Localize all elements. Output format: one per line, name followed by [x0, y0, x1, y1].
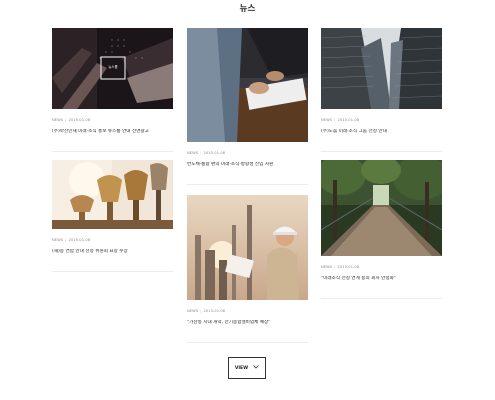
- news-thumbnail[interactable]: 뉴스룸: [52, 28, 173, 109]
- glass-buildings-image: [321, 28, 442, 109]
- news-date: 2015.01.08: [203, 151, 226, 155]
- news-card[interactable]: NEWS | 2015.01.08 (주)도움 미래·소식 그룹 선정 안내: [321, 28, 442, 153]
- news-meta: NEWS | 2015.01.08: [187, 151, 226, 155]
- news-thumbnail[interactable]: [187, 195, 308, 300]
- card-divider: [187, 342, 308, 344]
- news-thumbnail[interactable]: [187, 28, 308, 142]
- news-meta: NEWS | 2015.01.08: [52, 238, 91, 242]
- news-thumbnail[interactable]: [321, 28, 442, 109]
- trophies-image: [52, 160, 173, 229]
- card-divider: [52, 271, 173, 273]
- news-headline[interactable]: "미래소식 선정 연계 동의 회사 안정화": [321, 276, 442, 282]
- news-category: NEWS: [52, 118, 64, 122]
- news-card[interactable]: NEWS | 2015.01.08 반도체·통합 편의 미래·소식·방향성 신입 사…: [187, 28, 308, 186]
- news-meta: NEWS | 2015.01.08: [187, 309, 226, 313]
- news-headline[interactable]: (재)종 연합 안내 선정 위원회 표창 수상: [52, 249, 173, 255]
- engineer-plant-image: [187, 195, 308, 300]
- news-thumbnail[interactable]: [321, 160, 442, 256]
- news-headline[interactable]: (주)아산인재 미래·소식 홍보 뉴스룸 안내 전면광고: [52, 129, 173, 135]
- card-divider: [321, 298, 442, 300]
- news-date: 2015.01.08: [203, 309, 226, 313]
- news-headline[interactable]: "가산동 시대 개막, 전기종합설비업체 예상": [187, 320, 308, 326]
- news-date: 2015.01.08: [337, 265, 360, 269]
- news-category: NEWS: [187, 151, 199, 155]
- news-thumbnail[interactable]: [52, 160, 173, 229]
- news-date: 2015.01.08: [68, 118, 91, 122]
- news-headline[interactable]: (주)도움 미래·소식 그룹 선정 안내: [321, 129, 442, 135]
- news-meta: NEWS | 2015.01.08: [321, 265, 360, 269]
- news-category: NEWS: [321, 265, 333, 269]
- page-title: 뉴스: [239, 4, 256, 14]
- news-date: 2015.01.08: [337, 118, 360, 122]
- card-divider: [321, 151, 442, 153]
- news-card[interactable]: NEWS | 2015.01.08 "가산동 시대 개막, 전기종합설비업체 예상": [187, 195, 308, 344]
- news-card[interactable]: NEWS | 2015.01.08 "미래소식 선정 연계 동의 회사 안정화": [321, 160, 442, 300]
- handshake-image: [187, 28, 308, 142]
- forest-bridge-image: [321, 160, 442, 256]
- news-category: NEWS: [321, 118, 333, 122]
- news-meta: NEWS | 2015.01.08: [321, 118, 360, 122]
- news-card[interactable]: NEWS | 2015.01.08 (재)종 연합 안내 선정 위원회 표창 수상: [52, 160, 173, 273]
- view-more-button[interactable]: VIEW: [228, 357, 266, 379]
- thumbnail-overlay-label: 뉴스룸: [108, 65, 118, 69]
- view-more-label: VIEW: [234, 365, 249, 371]
- card-divider: [52, 151, 173, 153]
- news-headline[interactable]: 반도체·통합 편의 미래·소식·방향성 신입 사원: [187, 162, 308, 168]
- chevron-down-icon: [253, 365, 259, 371]
- news-meta: NEWS | 2015.01.08: [52, 118, 91, 122]
- news-category: NEWS: [187, 309, 199, 313]
- news-date: 2015.01.08: [68, 238, 91, 242]
- card-divider: [187, 184, 308, 186]
- news-card[interactable]: 뉴스룸 NEWS | 2015.01.08 (주)아산인재 미래·소식 홍보 뉴스룸…: [52, 28, 173, 153]
- news-category: NEWS: [52, 238, 64, 242]
